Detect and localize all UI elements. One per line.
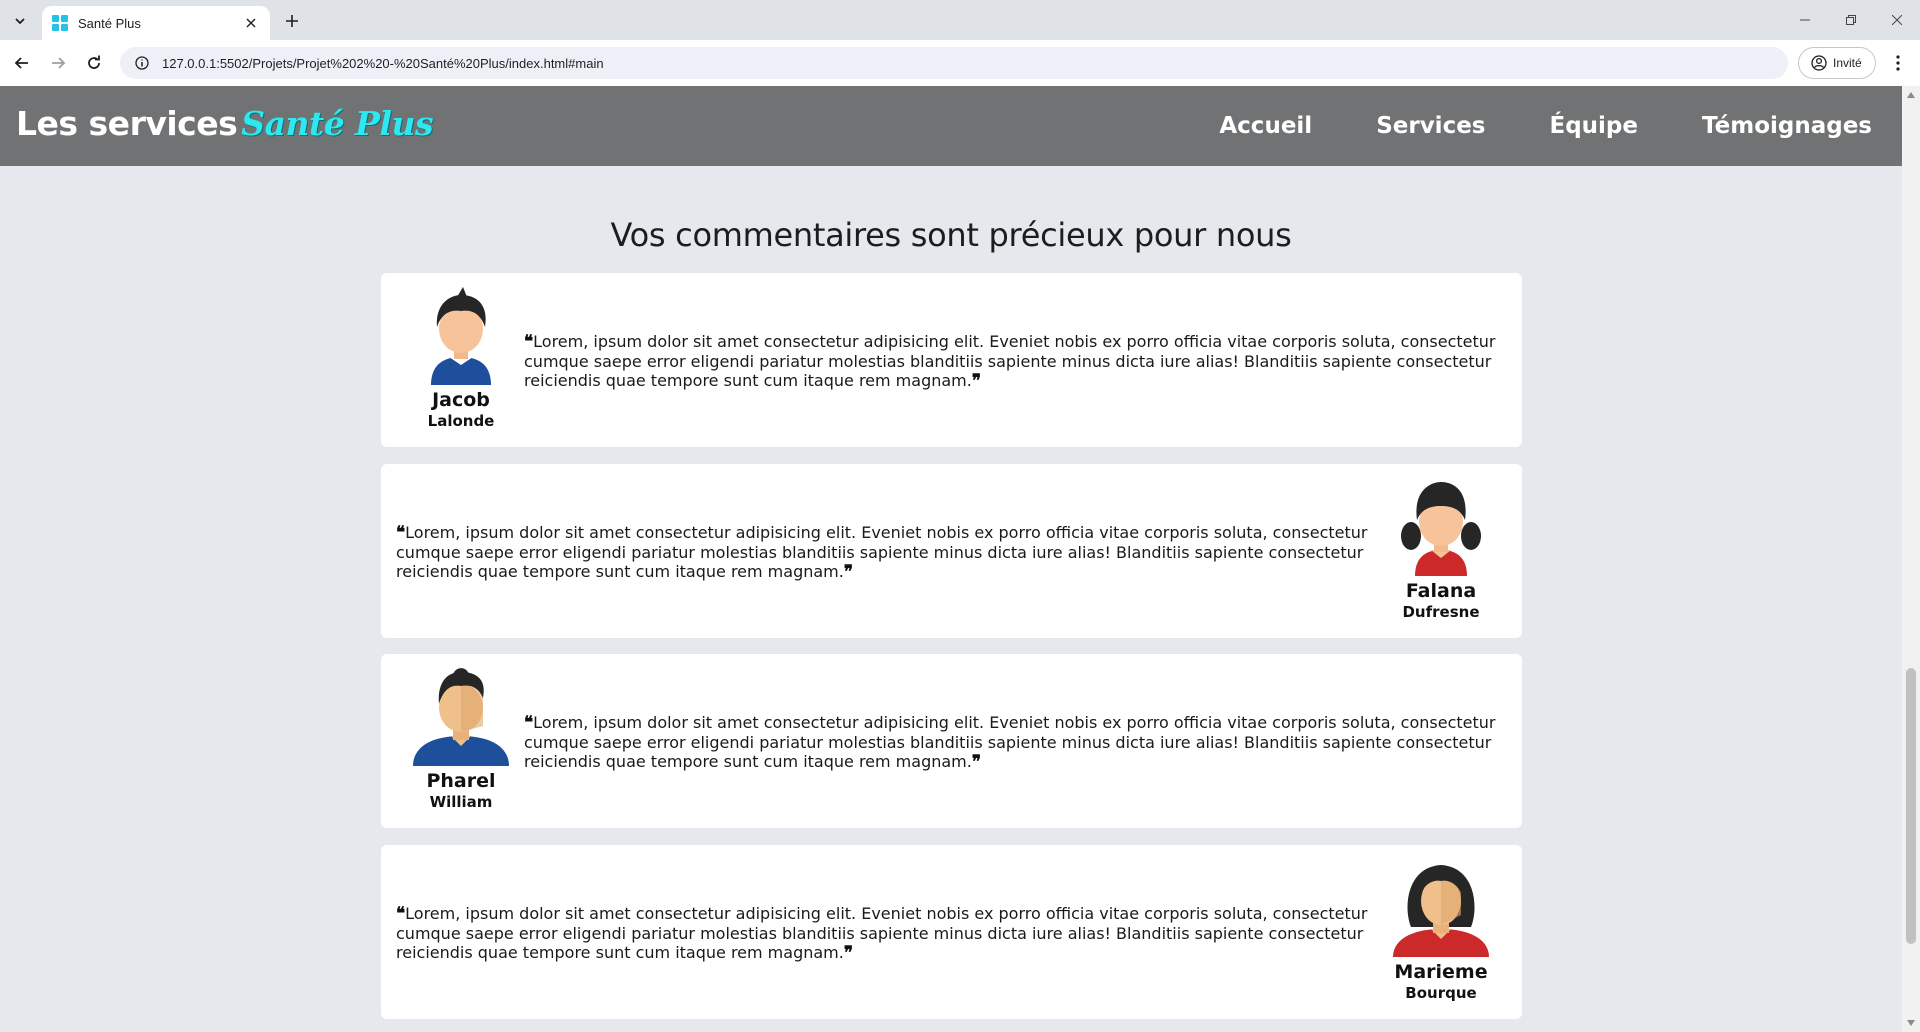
testimonial-text: Lorem, ipsum dolor sit amet consectetur … bbox=[396, 523, 1368, 581]
arrow-left-icon bbox=[14, 57, 28, 69]
close-window-button[interactable] bbox=[1874, 0, 1920, 40]
author-first-name: Pharel bbox=[426, 770, 496, 792]
tab-search-button[interactable] bbox=[8, 9, 32, 33]
testimonial-card: ❝Lorem, ipsum dolor sit amet consectetur… bbox=[381, 464, 1522, 638]
testimonial-quote: ❝Lorem, ipsum dolor sit amet consectetur… bbox=[524, 713, 1504, 772]
testimonial-author: Falana Dufresne bbox=[1381, 476, 1501, 622]
kebab-menu-icon bbox=[1896, 55, 1900, 71]
girl-avatar-icon bbox=[1401, 482, 1481, 576]
page-viewport: Les services Santé Plus Accueil Services … bbox=[0, 86, 1920, 1032]
chevron-down-icon bbox=[15, 18, 25, 25]
author-last-name: Dufresne bbox=[1402, 603, 1480, 621]
site-info-icon[interactable] bbox=[134, 55, 150, 71]
address-bar[interactable]: 127.0.0.1:5502/Projets/Projet%202%20-%20… bbox=[120, 47, 1788, 79]
open-quote-icon: ❝ bbox=[524, 713, 534, 733]
testimonial-quote: ❝Lorem, ipsum dolor sit amet consectetur… bbox=[396, 904, 1376, 963]
author-last-name: Bourque bbox=[1405, 984, 1477, 1002]
close-quote-icon: ❞ bbox=[971, 371, 981, 391]
author-last-name: Lalonde bbox=[427, 412, 495, 430]
open-quote-icon: ❝ bbox=[524, 332, 534, 352]
author-first-name: Jacob bbox=[432, 389, 490, 411]
testimonial-card: ❝Lorem, ipsum dolor sit amet consectetur… bbox=[381, 845, 1522, 1019]
testimonial-author: Marieme Bourque bbox=[1381, 857, 1501, 1003]
testimonial-text: Lorem, ipsum dolor sit amet consectetur … bbox=[524, 332, 1496, 390]
back-button[interactable] bbox=[8, 49, 36, 77]
window-controls bbox=[1782, 0, 1920, 40]
open-quote-icon: ❝ bbox=[396, 523, 406, 543]
close-quote-icon: ❞ bbox=[843, 943, 853, 963]
site-logo[interactable]: Les services Santé Plus bbox=[16, 104, 434, 143]
testimonial-author: Pharel William bbox=[401, 666, 521, 812]
tab-close-button[interactable] bbox=[242, 14, 260, 32]
author-first-name: Falana bbox=[1405, 580, 1477, 602]
grid-favicon-icon bbox=[52, 15, 68, 31]
testimonial-text: Lorem, ipsum dolor sit amet consectetur … bbox=[396, 904, 1368, 962]
forward-button[interactable] bbox=[44, 49, 72, 77]
section-title: Vos commentaires sont précieux pour nous bbox=[610, 216, 1292, 254]
restore-button[interactable] bbox=[1828, 0, 1874, 40]
new-tab-button[interactable] bbox=[280, 9, 304, 33]
browser-menu-button[interactable] bbox=[1886, 49, 1910, 77]
testimonial-card: Jacob Lalonde ❝Lorem, ipsum dolor sit am… bbox=[381, 273, 1522, 447]
browser-tab-strip: Santé Plus bbox=[0, 0, 1920, 40]
brand-prefix: Les services bbox=[16, 104, 238, 143]
arrow-right-icon bbox=[52, 57, 66, 69]
close-icon bbox=[246, 18, 256, 28]
woman-avatar-icon bbox=[1393, 865, 1489, 957]
nav-link-accueil[interactable]: Accueil bbox=[1219, 113, 1312, 139]
minimize-icon bbox=[1800, 19, 1810, 21]
scroll-up-arrow-icon[interactable] bbox=[1906, 90, 1916, 100]
scrollbar-thumb[interactable] bbox=[1906, 668, 1916, 944]
nav-link-temoignages[interactable]: Témoignages bbox=[1702, 113, 1872, 139]
plus-icon bbox=[286, 15, 298, 27]
profile-icon bbox=[1811, 55, 1827, 71]
close-quote-icon: ❞ bbox=[843, 562, 853, 582]
boy-avatar-icon bbox=[431, 287, 491, 385]
open-quote-icon: ❝ bbox=[396, 904, 406, 924]
profile-label: Invité bbox=[1833, 56, 1862, 70]
close-icon bbox=[1892, 15, 1902, 25]
testimonial-quote: ❝Lorem, ipsum dolor sit amet consectetur… bbox=[396, 523, 1376, 582]
brand-accent: Santé Plus bbox=[241, 104, 434, 143]
site-header: Les services Santé Plus Accueil Services … bbox=[0, 86, 1902, 166]
main-nav: Accueil Services Équipe Témoignages bbox=[1219, 86, 1872, 166]
testimonial-card: Pharel William ❝Lorem, ipsum dolor sit a… bbox=[381, 654, 1522, 828]
close-quote-icon: ❞ bbox=[971, 752, 981, 772]
info-icon bbox=[135, 56, 149, 70]
testimonial-author: Jacob Lalonde bbox=[401, 285, 521, 431]
nav-link-services[interactable]: Services bbox=[1376, 113, 1485, 139]
profile-button[interactable]: Invité bbox=[1798, 47, 1876, 79]
tab-title: Santé Plus bbox=[78, 15, 141, 31]
restore-icon bbox=[1846, 15, 1856, 25]
author-last-name: William bbox=[429, 793, 493, 811]
author-first-name: Marieme bbox=[1394, 961, 1488, 983]
reload-icon bbox=[88, 55, 100, 69]
testimonial-text: Lorem, ipsum dolor sit amet consectetur … bbox=[524, 713, 1496, 771]
page-scrollbar[interactable] bbox=[1902, 86, 1920, 1032]
testimonial-quote: ❝Lorem, ipsum dolor sit amet consectetur… bbox=[524, 332, 1504, 391]
reload-button[interactable] bbox=[80, 49, 108, 77]
nav-link-equipe[interactable]: Équipe bbox=[1550, 113, 1639, 139]
browser-toolbar: 127.0.0.1:5502/Projets/Projet%202%20-%20… bbox=[0, 40, 1920, 86]
url-text: 127.0.0.1:5502/Projets/Projet%202%20-%20… bbox=[162, 55, 604, 71]
scroll-down-arrow-icon[interactable] bbox=[1906, 1018, 1916, 1028]
minimize-button[interactable] bbox=[1782, 0, 1828, 40]
browser-tab-active[interactable]: Santé Plus bbox=[42, 6, 270, 40]
man-avatar-icon bbox=[413, 668, 509, 766]
